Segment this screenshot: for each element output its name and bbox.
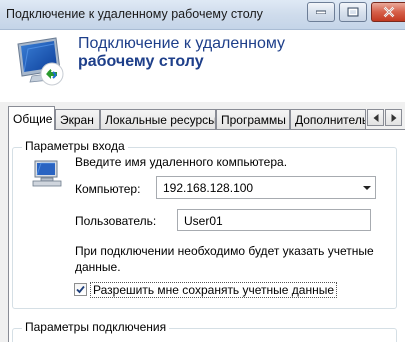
minimize-button[interactable] [307,2,335,22]
tab-scroll-left-button[interactable] [367,109,384,126]
save-credentials-checkbox[interactable] [74,283,87,296]
tab-scroll-right-button[interactable] [385,109,402,126]
computer-label: Компьютер: [75,182,141,196]
connection-settings-title: Параметры подключения [22,320,170,334]
tab-programs[interactable]: Программы [216,109,290,129]
maximize-button[interactable] [339,2,367,22]
tab-general[interactable]: Общие [8,106,55,130]
login-settings-title: Параметры входа [22,139,128,153]
computer-hint-text: Введите имя удаленного компьютера. [75,155,288,169]
chevron-down-icon [362,185,371,190]
computer-value: 192.168.128.100 [163,181,254,195]
tab-display[interactable]: Экран [55,109,100,129]
close-icon [383,6,394,18]
computer-combobox[interactable]: 192.168.128.100 [156,176,376,199]
title-bar: Подключение к удаленному рабочему столу [0,0,405,30]
credentials-note-line2: данные. [75,260,121,274]
arrow-left-icon [373,113,378,122]
header-title-line2: рабочему столу [78,53,204,70]
header-title-line1: Подключение к удаленному [78,35,286,52]
checkmark-icon [76,285,85,294]
user-label: Пользователь: [75,214,157,228]
arrow-right-icon [391,113,396,122]
dialog-header: Подключение к удаленному рабочему столу [0,30,405,102]
user-name-field[interactable]: User01 [177,209,371,231]
close-button[interactable] [371,2,405,22]
computer-icon [32,160,62,187]
credentials-note-line1: При подключении необходимо будет указать… [75,244,374,258]
maximize-icon [347,7,359,17]
tab-advanced[interactable]: Дополнительно [290,109,366,129]
computer-dropdown-button[interactable] [358,177,375,198]
tab-local-resources[interactable]: Локальные ресурсы [100,109,216,129]
window-title: Подключение к удаленному рабочему столу [6,7,263,21]
save-credentials-label[interactable]: Разрешить мне сохранять учетные данные [90,282,338,298]
minimize-icon [316,10,326,14]
user-name-value: User01 [184,214,223,228]
remote-desktop-logo-icon [17,37,64,86]
